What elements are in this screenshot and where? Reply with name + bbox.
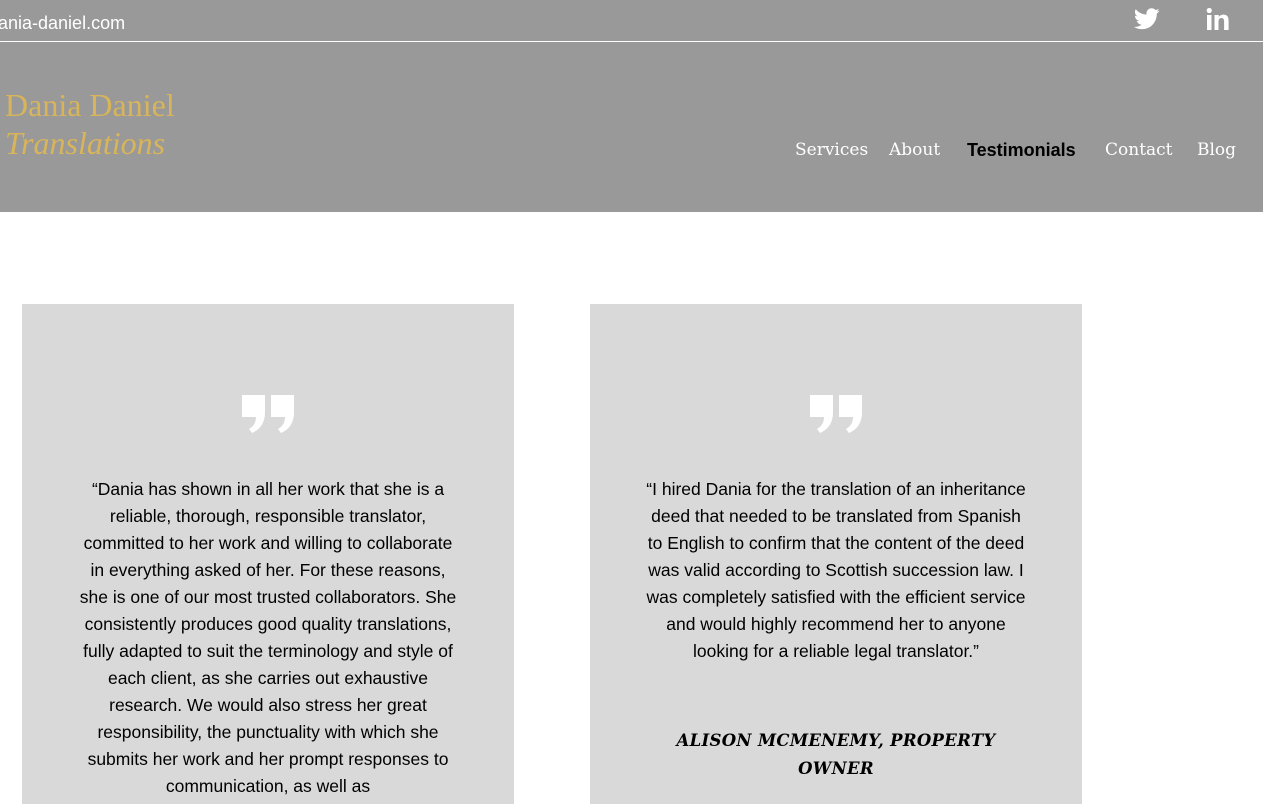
site-header: Dania Daniel Translations Services About… <box>0 42 1263 212</box>
quote-icon <box>810 395 862 433</box>
testimonial-quote: “Dania has shown in all her work that sh… <box>79 479 457 796</box>
testimonial-author: ALISON MCMENEMY, PROPERTY OWNER <box>676 731 996 778</box>
site-logo[interactable]: Dania Daniel Translations <box>5 86 175 162</box>
logo-name: Dania Daniel <box>5 87 175 123</box>
nav-about[interactable]: About <box>889 138 940 162</box>
testimonial-card: “Dania has shown in all her work that sh… <box>22 304 514 804</box>
top-bar: ania-daniel.com <box>0 0 1263 42</box>
contact-email[interactable]: ania-daniel.com <box>0 13 125 34</box>
twitter-icon[interactable] <box>1132 4 1162 34</box>
logo-tagline: Translations <box>5 125 166 161</box>
testimonial-quote: “I hired Dania for the translation of an… <box>646 479 1026 661</box>
nav-testimonials[interactable]: Testimonials <box>967 138 1076 162</box>
linkedin-icon[interactable] <box>1203 4 1233 34</box>
nav-services[interactable]: Services <box>795 138 868 162</box>
nav-blog[interactable]: Blog <box>1197 138 1236 162</box>
testimonial-card: “I hired Dania for the translation of an… <box>590 304 1082 804</box>
nav-contact[interactable]: Contact <box>1105 138 1173 162</box>
quote-icon <box>242 395 294 433</box>
